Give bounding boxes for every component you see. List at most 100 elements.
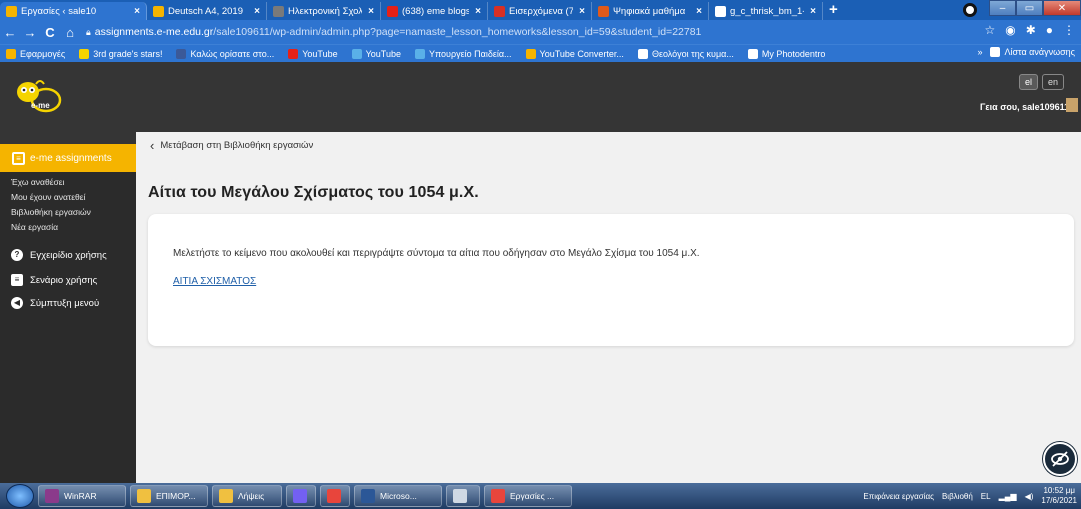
library-toolbar[interactable]: Βιβλιοθή xyxy=(942,492,973,501)
bookmark-item[interactable]: Θεολόγοι της κυμα... xyxy=(637,48,734,59)
collapse-icon: ◀ xyxy=(11,297,23,309)
taskbar-button[interactable]: ΕΠΙΜΟΡ... xyxy=(130,485,208,507)
network-icon[interactable]: ▂▄▆ xyxy=(999,492,1017,501)
lang-en-button[interactable]: en xyxy=(1042,74,1065,90)
system-tray: Επιφάνεια εργασίας Βιβλιοθή EL ▂▄▆ ◀) 10:52 μ… xyxy=(863,485,1077,507)
sidebar-subitem-assigned-to-me[interactable]: Μου έχουν ανατεθεί xyxy=(11,192,85,202)
browser-tab[interactable]: (638) eme blogs × xyxy=(381,2,488,20)
url-field[interactable]: assignments.e-me.edu.gr/sale109611/wp-ad… xyxy=(95,26,702,38)
assignment-card: Μελετήστε το κείμενο που ακολουθεί και π… xyxy=(148,214,1074,346)
chrome-icon xyxy=(491,489,505,503)
sidebar-subitem-assigned-by-me[interactable]: Έχω αναθέσει xyxy=(11,177,64,187)
bookmark-item[interactable]: Υπουργείο Παιδεία... xyxy=(414,48,512,59)
avatar[interactable] xyxy=(1066,98,1078,112)
browser-tab-label: Εργασίες ‹ sale10 xyxy=(21,5,97,17)
sidebar-subitem-new-assignment[interactable]: Νέα εργασία xyxy=(11,222,58,232)
taskbar-button[interactable]: WinRAR xyxy=(38,485,126,507)
globe-icon xyxy=(715,5,726,17)
winrar-icon xyxy=(45,489,59,503)
lock-icon[interactable]: 🔒︎ xyxy=(86,27,91,38)
folder-icon xyxy=(219,489,233,503)
new-tab-button[interactable]: + xyxy=(829,2,838,20)
taskbar-button-label: Microso... xyxy=(380,491,417,501)
language-indicator[interactable]: EL xyxy=(981,492,991,501)
tab-close-icon[interactable]: × xyxy=(696,6,702,17)
bookmark-item[interactable]: 3rd grade's stars! xyxy=(79,48,162,59)
sidebar: ≡ e-me assignments Έχω αναθέσει Μου έχου… xyxy=(0,132,136,483)
close-window-button[interactable]: ✕ xyxy=(1043,0,1081,16)
bookmark-label: YouTube Converter... xyxy=(539,48,624,59)
bookmark-item[interactable]: My Photodentro xyxy=(747,48,825,59)
taskbar-button[interactable]: Λήψεις xyxy=(212,485,282,507)
clock[interactable]: 10:52 μμ 17/6/2021 xyxy=(1041,486,1077,506)
taskbar-button-label: Εργασίες ... xyxy=(510,491,555,501)
browser-tab[interactable]: Ηλεκτρονική Σχολ × xyxy=(267,2,381,20)
logo-text: e-me xyxy=(31,101,50,110)
bookmark-item[interactable]: Εφαρμογές xyxy=(6,48,65,59)
tab-close-icon[interactable]: × xyxy=(368,6,374,17)
taskbar-button[interactable]: Microso... xyxy=(354,485,442,507)
tab-close-icon[interactable]: × xyxy=(810,6,816,17)
tab-close-icon[interactable]: × xyxy=(475,6,481,17)
home-icon[interactable]: ⌂ xyxy=(60,25,80,40)
bookmark-label: YouTube xyxy=(302,48,338,59)
forward-arrow-icon[interactable]: → xyxy=(20,25,40,40)
eme-logo[interactable] xyxy=(14,76,62,116)
avatar-icon[interactable]: ● xyxy=(1046,23,1053,37)
chevron-left-icon: ‹ xyxy=(150,138,155,153)
bookmarks-bar: Εφαρμογές 3rd grade's stars! Καλώς ορίσατε… xyxy=(0,44,1081,62)
menu-kebab-icon[interactable]: ⋮ xyxy=(1063,23,1075,37)
eye-off-icon xyxy=(1051,451,1069,467)
kiosk-icon xyxy=(351,48,362,59)
tab-close-icon[interactable]: × xyxy=(254,6,260,17)
maximize-button[interactable]: ▭ xyxy=(1016,0,1043,16)
browser-tab[interactable]: g_c_thrisk_bm_1- × xyxy=(709,2,823,20)
browser-tab[interactable]: Ψηφιακά μαθήμα × xyxy=(592,2,709,20)
sidebar-top-spacer xyxy=(0,132,136,144)
browser-tab[interactable]: Deutsch A4, 2019 × xyxy=(147,2,267,20)
youtube-icon xyxy=(288,48,299,59)
reading-list[interactable]: Λίστα ανάγνωσης xyxy=(990,47,1075,57)
document-icon: ≡ xyxy=(11,274,23,286)
profile-icon[interactable] xyxy=(963,3,977,17)
school-icon xyxy=(273,5,284,17)
sidebar-item-collapse[interactable]: ◀ Σύμπτυξη μενού xyxy=(11,297,99,309)
sidebar-subitem-library[interactable]: Βιβλιοθήκη εργασιών xyxy=(11,207,91,217)
sidebar-item-assignments[interactable]: ≡ e-me assignments xyxy=(0,144,136,172)
desktop-toolbar[interactable]: Επιφάνεια εργασίας xyxy=(863,492,934,501)
browser-tab[interactable]: Εισερχόμενα (761 × xyxy=(488,2,592,20)
tab-close-icon[interactable]: × xyxy=(134,6,140,17)
taskbar-button[interactable] xyxy=(320,485,350,507)
reload-icon[interactable]: C xyxy=(40,25,60,40)
taskbar-button[interactable] xyxy=(286,485,316,507)
bookmark-item[interactable]: YouTube xyxy=(288,48,338,59)
accessibility-button[interactable] xyxy=(1043,442,1077,476)
back-arrow-icon[interactable]: ← xyxy=(0,25,20,40)
sidebar-item-manual[interactable]: ? Εγχειρίδιο χρήσης xyxy=(11,249,107,261)
lang-el-button[interactable]: el xyxy=(1019,74,1039,90)
user-greeting[interactable]: Γεια σου, sale109611 xyxy=(980,102,1069,112)
bookmark-item[interactable]: Καλώς ορίσατε στο... xyxy=(176,48,275,59)
bookmark-item[interactable]: YouTube xyxy=(351,48,401,59)
assignment-link[interactable]: ΑΙΤΙΑ ΣΧΙΣΜΑΤΟΣ xyxy=(173,276,256,287)
browser-tab-label: Deutsch A4, 2019 xyxy=(168,5,243,17)
sidebar-item-scenario[interactable]: ≡ Σενάριο χρήσης xyxy=(11,274,97,286)
folder-icon xyxy=(137,489,151,503)
browser-tab[interactable]: Εργασίες ‹ sale10 × xyxy=(0,2,147,20)
start-button[interactable] xyxy=(6,484,34,508)
star-icon[interactable]: ☆ xyxy=(984,23,995,37)
tab-close-icon[interactable]: × xyxy=(579,6,585,17)
taskbar-button[interactable]: Εργασίες ... xyxy=(484,485,572,507)
minimize-button[interactable]: – xyxy=(989,0,1016,16)
bookmark-label: Καλώς ορίσατε στο... xyxy=(190,48,275,59)
back-to-library-link[interactable]: ‹ Μετάβαση στη Βιβλιοθήκη εργασιών xyxy=(150,138,313,153)
more-bookmarks-icon[interactable]: » xyxy=(977,47,982,57)
photodentro-icon xyxy=(598,5,609,17)
volume-icon[interactable]: ◀) xyxy=(1025,492,1034,501)
bookmark-item[interactable]: YouTube Converter... xyxy=(525,48,624,59)
puzzle-icon[interactable]: ✱ xyxy=(1026,23,1036,37)
url-path: /sale109611/wp-admin/admin.php?page=nama… xyxy=(213,26,702,38)
extension-icon[interactable]: ◉ xyxy=(1005,23,1015,37)
eme-bee-icon xyxy=(153,5,164,17)
taskbar-button[interactable] xyxy=(446,485,480,507)
